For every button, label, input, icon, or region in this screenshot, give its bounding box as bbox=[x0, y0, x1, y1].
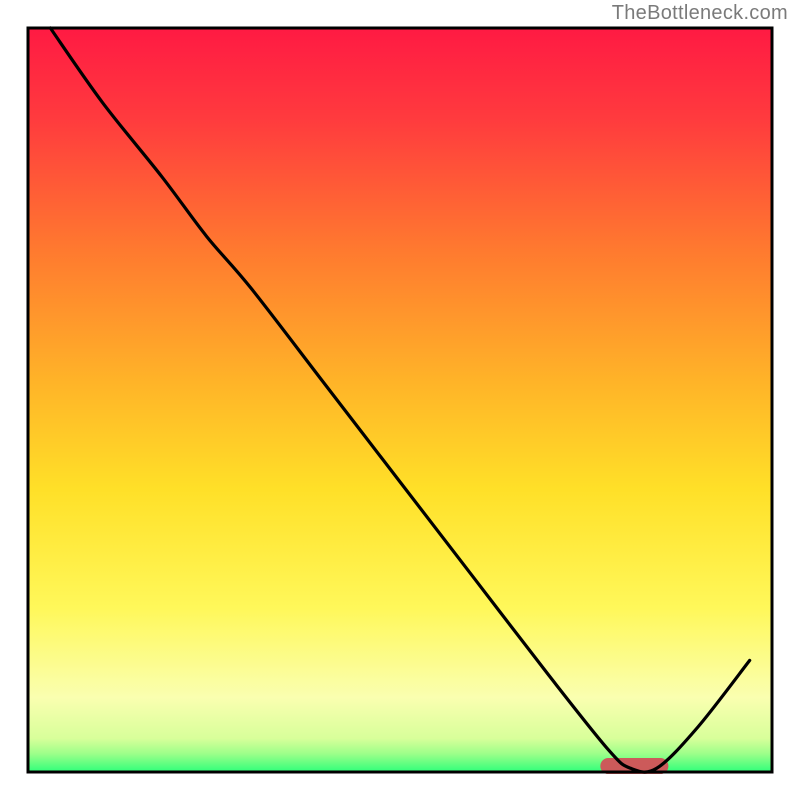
bottleneck-chart: TheBottleneck.com bbox=[0, 0, 800, 800]
watermark-text: TheBottleneck.com bbox=[612, 2, 788, 25]
chart-svg bbox=[0, 0, 800, 800]
plot-background bbox=[28, 28, 772, 772]
